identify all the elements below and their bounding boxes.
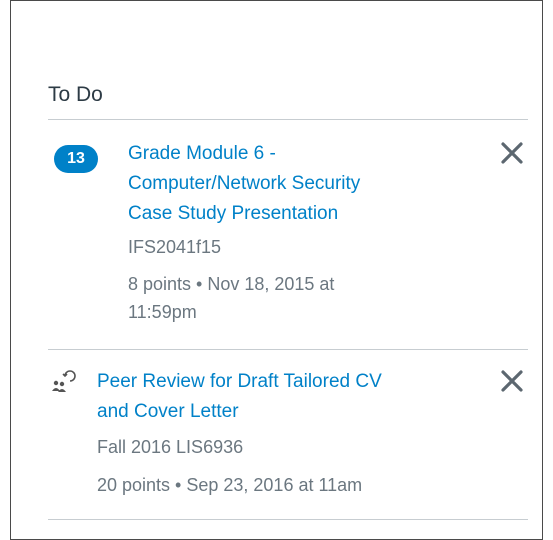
todo-item-course: Fall 2016 LIS6936: [97, 437, 244, 457]
close-icon: [501, 142, 523, 164]
todo-item-link[interactable]: Grade Module 6 - Computer/Network Securi…: [128, 139, 360, 229]
peer-review-icon: [50, 370, 76, 394]
todo-item-title-line: Computer/Network Security: [128, 173, 361, 194]
todo-heading-divider: [48, 119, 528, 120]
todo-heading: To Do: [48, 83, 103, 106]
todo-item-link[interactable]: Peer Review for Draft Tailored CV and Co…: [97, 367, 382, 427]
todo-item-title-line: and Cover Letter: [97, 401, 239, 422]
close-icon: [501, 370, 523, 392]
todo-item-divider: [48, 519, 528, 520]
todo-item-title-line: Case Study Presentation: [128, 203, 339, 224]
todo-item-details-line: 11:59pm: [128, 302, 197, 322]
todo-item-title-line: Peer Review for Draft Tailored CV: [97, 371, 382, 392]
todo-item-course: IFS2041f15: [128, 237, 222, 257]
todo-item-details-line: 8 points • Nov 18, 2015 at: [128, 274, 335, 294]
todo-item-details: 8 points • Nov 18, 2015 at 11:59pm: [128, 270, 334, 326]
todo-item-details: 20 points • Sep 23, 2016 at 11am: [97, 475, 363, 495]
dismiss-button[interactable]: [498, 367, 526, 395]
todo-item-title-line: Grade Module 6 -: [128, 143, 276, 164]
todo-item-divider: [48, 349, 528, 350]
dismiss-button[interactable]: [498, 139, 526, 167]
todo-count-badge: 13: [54, 145, 98, 173]
